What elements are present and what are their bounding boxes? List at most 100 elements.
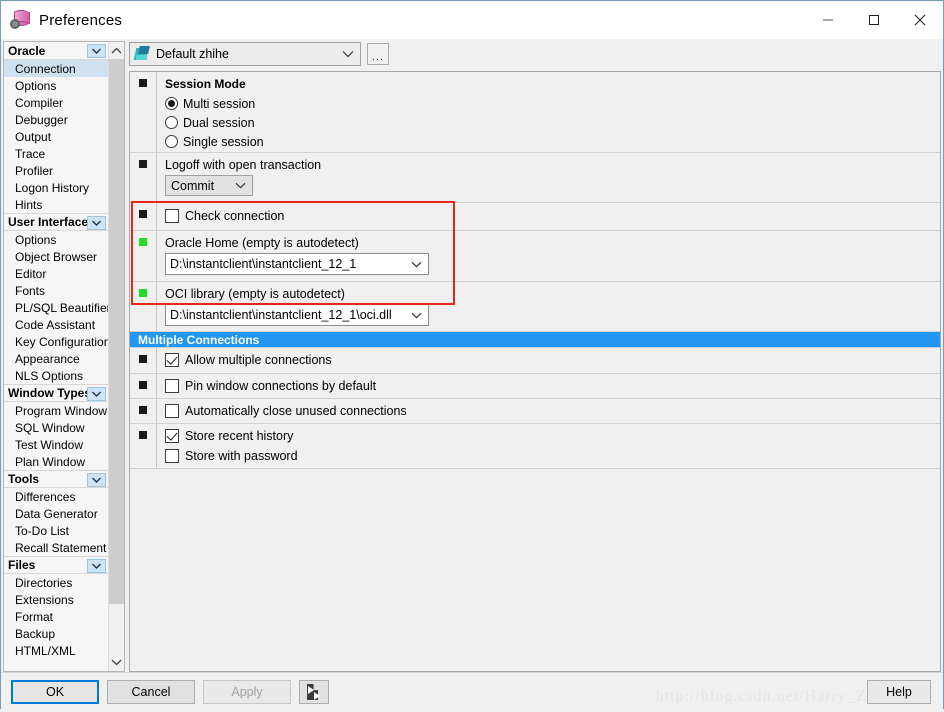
default-marker-icon[interactable]: [139, 210, 147, 218]
chevron-down-icon[interactable]: [87, 387, 107, 401]
setting-row-auto-close: Automatically close unused connections: [130, 399, 940, 424]
default-marker-icon[interactable]: [139, 406, 147, 414]
cancel-button[interactable]: Cancel: [107, 680, 195, 704]
default-marker-icon[interactable]: [139, 431, 147, 439]
sidebar-item-plsql-beautifier[interactable]: PL/SQL Beautifier: [4, 299, 108, 316]
row-marker: [130, 203, 156, 230]
row-marker: [130, 399, 156, 423]
oracle-home-input[interactable]: D:\instantclient\instantclient_12_1: [165, 253, 429, 275]
sidebar-item-plan-window[interactable]: Plan Window: [4, 453, 108, 470]
chevron-down-icon[interactable]: [87, 559, 107, 573]
tree-scrollbar[interactable]: [108, 42, 124, 671]
checkbox-icon[interactable]: [165, 429, 179, 443]
radio-icon[interactable]: [165, 135, 178, 148]
sidebar-item-debugger[interactable]: Debugger: [4, 111, 108, 128]
radio-dual-session[interactable]: Dual session: [165, 113, 940, 132]
tree-group-files[interactable]: Files: [4, 556, 109, 574]
checkbox-auto-close-unused[interactable]: Automatically close unused connections: [165, 401, 940, 421]
default-marker-icon[interactable]: [139, 381, 147, 389]
help-button[interactable]: Help: [867, 680, 931, 704]
modified-marker-icon[interactable]: [139, 238, 147, 246]
sidebar-item-compiler[interactable]: Compiler: [4, 94, 108, 111]
chevron-down-icon[interactable]: [342, 43, 354, 65]
sidebar-item-appearance[interactable]: Appearance: [4, 350, 108, 367]
ok-button[interactable]: OK: [11, 680, 99, 704]
sidebar-item-format[interactable]: Format: [4, 608, 108, 625]
sidebar-item-to-do-list[interactable]: To-Do List: [4, 522, 108, 539]
maximize-icon[interactable]: [851, 1, 897, 39]
sidebar-item-nls-options[interactable]: NLS Options: [4, 367, 108, 384]
sidebar-item-connection[interactable]: Connection: [4, 60, 109, 77]
manage-preference-sets-button[interactable]: ...: [367, 43, 389, 65]
checkbox-icon[interactable]: [165, 379, 179, 393]
chevron-down-icon[interactable]: [87, 473, 107, 487]
chevron-down-icon[interactable]: [411, 254, 422, 274]
sidebar-item-logon-history[interactable]: Logon History: [4, 179, 108, 196]
sidebar-item-extensions[interactable]: Extensions: [4, 591, 108, 608]
checkbox-pin-window-connections[interactable]: Pin window connections by default: [165, 376, 940, 396]
tree-group-oracle[interactable]: Oracle: [4, 42, 109, 60]
sidebar-item-trace[interactable]: Trace: [4, 145, 108, 162]
sidebar-item-sql-window[interactable]: SQL Window: [4, 419, 108, 436]
checkbox-icon[interactable]: [165, 404, 179, 418]
sidebar-item-object-browser[interactable]: Object Browser: [4, 248, 108, 265]
sidebar-item-options[interactable]: Options: [4, 77, 108, 94]
sidebar-item-hints[interactable]: Hints: [4, 196, 108, 213]
radio-icon[interactable]: [165, 97, 178, 110]
sidebar-item-label: Editor: [15, 266, 47, 281]
scrollbar-track[interactable]: [109, 59, 124, 654]
oci-library-input[interactable]: D:\instantclient\instantclient_12_1\oci.…: [165, 304, 429, 326]
sidebar-item-output[interactable]: Output: [4, 128, 108, 145]
chevron-down-icon[interactable]: [411, 305, 422, 325]
preference-set-select[interactable]: Default zhihe: [129, 42, 361, 66]
sidebar-item-key-configuration[interactable]: Key Configuration: [4, 333, 108, 350]
scroll-down-icon[interactable]: [109, 654, 124, 671]
row-divider: [156, 374, 157, 398]
minimize-icon[interactable]: [805, 1, 851, 39]
import-export-button[interactable]: [299, 680, 329, 704]
checkbox-store-with-password[interactable]: Store with password: [165, 446, 940, 466]
modified-marker-icon[interactable]: [139, 289, 147, 297]
checkbox-check-connection[interactable]: Check connection: [165, 206, 940, 226]
radio-icon[interactable]: [165, 116, 178, 129]
sidebar-item-test-window[interactable]: Test Window: [4, 436, 108, 453]
sidebar-item-ui-options[interactable]: Options: [4, 231, 108, 248]
apply-button[interactable]: Apply: [203, 680, 291, 704]
sidebar-item-profiler[interactable]: Profiler: [4, 162, 108, 179]
chevron-down-icon[interactable]: [87, 216, 107, 230]
tree-group-user-interface[interactable]: User Interface: [4, 213, 109, 231]
sidebar-item-data-generator[interactable]: Data Generator: [4, 505, 108, 522]
tree-group-tools[interactable]: Tools: [4, 470, 109, 488]
chevron-down-icon[interactable]: [87, 44, 107, 58]
row-divider: [156, 231, 157, 281]
tree-group-window-types[interactable]: Window Types: [4, 384, 109, 402]
default-marker-icon[interactable]: [139, 79, 147, 87]
logoff-select[interactable]: Commit: [165, 175, 253, 196]
scroll-up-icon[interactable]: [109, 42, 124, 59]
radio-single-session[interactable]: Single session: [165, 132, 940, 151]
tree-group-label: User Interface: [8, 215, 89, 229]
checkbox-icon[interactable]: [165, 449, 179, 463]
sidebar-item-code-assistant[interactable]: Code Assistant: [4, 316, 108, 333]
sidebar-item-recall-statement[interactable]: Recall Statement: [4, 539, 108, 556]
radio-multi-session[interactable]: Multi session: [165, 94, 940, 113]
checkbox-icon[interactable]: [165, 353, 179, 367]
sidebar-item-html-xml[interactable]: HTML/XML: [4, 642, 108, 659]
sidebar-item-backup[interactable]: Backup: [4, 625, 108, 642]
checkbox-store-recent-history[interactable]: Store recent history: [165, 426, 940, 446]
scrollbar-thumb[interactable]: [109, 59, 124, 604]
sidebar-item-label: Program Window: [15, 403, 108, 418]
default-marker-icon[interactable]: [139, 355, 147, 363]
close-icon[interactable]: [897, 1, 943, 39]
logoff-body: Logoff with open transaction Commit: [165, 153, 940, 202]
sidebar-item-program-window[interactable]: Program Window: [4, 402, 108, 419]
chevron-down-icon[interactable]: [235, 176, 246, 195]
default-marker-icon[interactable]: [139, 160, 147, 168]
sidebar-item-label: NLS Options: [15, 368, 84, 383]
checkbox-icon[interactable]: [165, 209, 179, 223]
sidebar-item-directories[interactable]: Directories: [4, 574, 108, 591]
sidebar-item-differences[interactable]: Differences: [4, 488, 108, 505]
sidebar-item-fonts[interactable]: Fonts: [4, 282, 108, 299]
sidebar-item-editor[interactable]: Editor: [4, 265, 108, 282]
checkbox-allow-multiple-connections[interactable]: Allow multiple connections: [165, 350, 940, 370]
